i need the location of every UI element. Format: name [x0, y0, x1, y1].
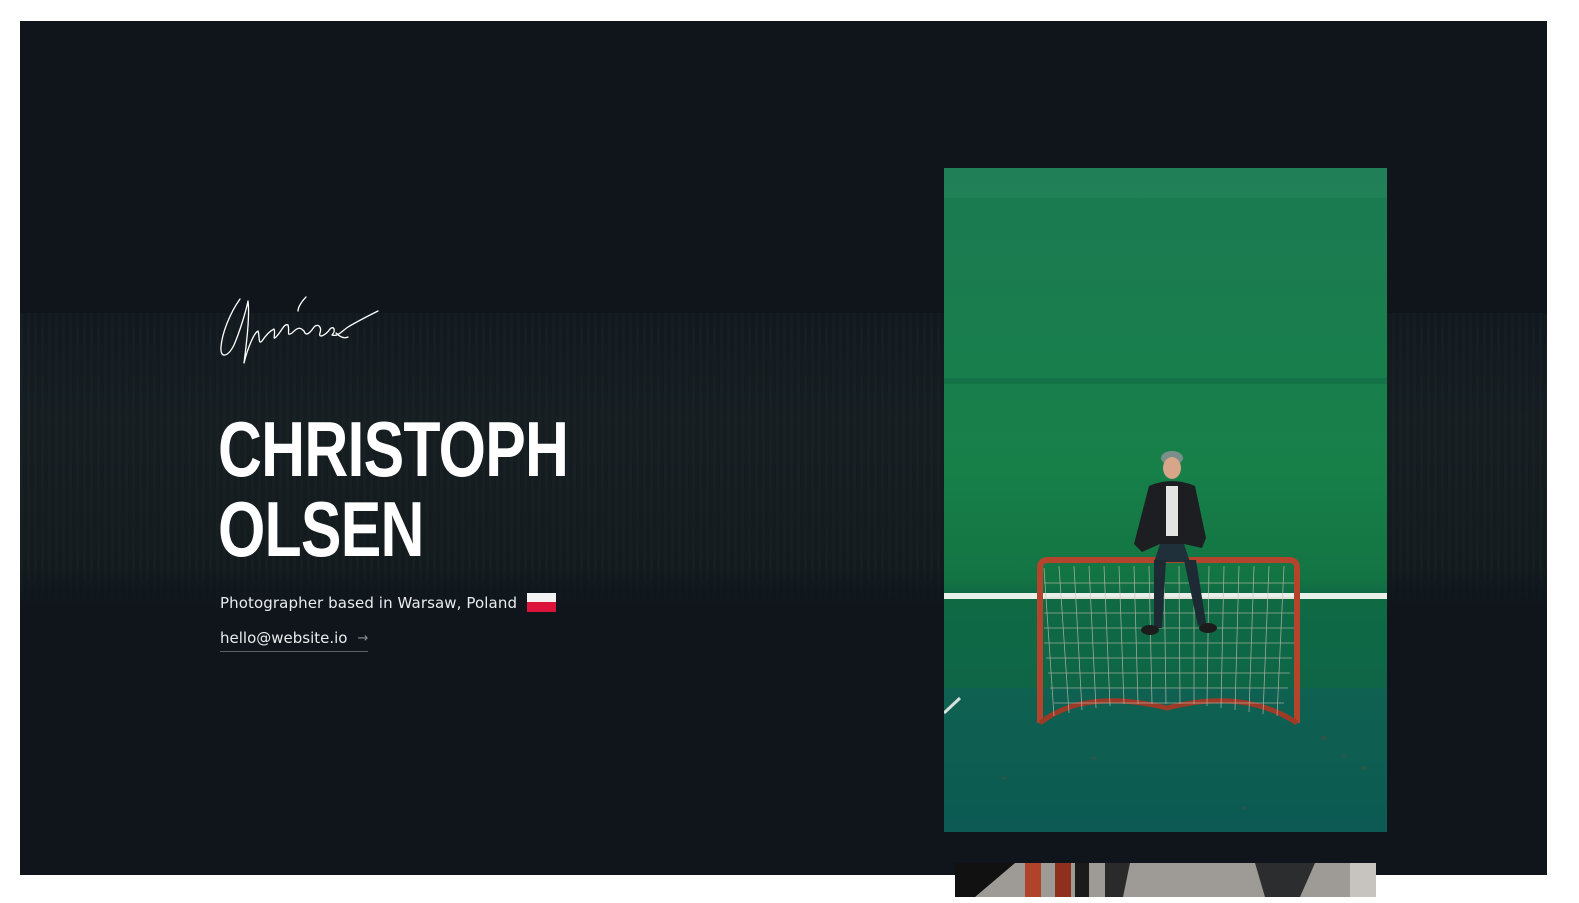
- email-link[interactable]: hello@website.io →: [220, 629, 369, 652]
- secondary-photo-image: [955, 863, 1376, 897]
- location-text: Photographer based in Warsaw, Poland: [220, 593, 518, 612]
- location-row: Photographer based in Warsaw, Poland: [220, 593, 557, 612]
- email-text: hello@website.io: [220, 629, 348, 647]
- hero-section: CHRISTOPH OLSEN Photographer based in Wa…: [20, 21, 1547, 875]
- hero-name-last: OLSEN: [218, 485, 424, 573]
- featured-photo-image: [944, 168, 1387, 832]
- hero-name-first: CHRISTOPH: [218, 405, 569, 493]
- hero-title: CHRISTOPH OLSEN: [218, 405, 569, 573]
- signature-logo: [220, 296, 379, 364]
- featured-photo[interactable]: [944, 168, 1387, 832]
- arrow-right-icon: →: [357, 630, 369, 646]
- secondary-photo[interactable]: [955, 863, 1376, 897]
- poland-flag-icon: [527, 593, 557, 612]
